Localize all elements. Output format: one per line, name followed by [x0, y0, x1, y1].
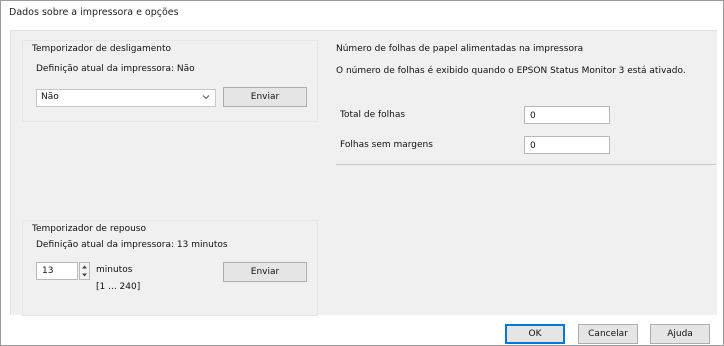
shutdown-timer-dropdown[interactable]: Não — [36, 89, 216, 107]
shutdown-send-button[interactable]: Enviar — [223, 87, 307, 107]
triangle-up-icon[interactable] — [80, 263, 89, 271]
sheets-group-label: Número de folhas de papel alimentadas na… — [336, 44, 584, 54]
ok-button[interactable]: OK — [505, 324, 565, 344]
sleep-minutes-value: 13 — [42, 266, 54, 276]
sleep-minutes-stepper[interactable] — [79, 262, 90, 280]
borderless-sheets-label: Folhas sem margens — [340, 140, 433, 150]
triangle-down-icon[interactable] — [80, 271, 89, 279]
shutdown-current-setting: Definição atual da impressora: Não — [36, 64, 195, 74]
total-sheets-label: Total de folhas — [340, 110, 406, 120]
chevron-down-icon — [202, 95, 210, 100]
help-button[interactable]: Ajuda — [650, 324, 710, 344]
total-sheets-field: 0 — [524, 106, 610, 124]
window-title: Dados sobre a impressora e opções — [9, 7, 179, 18]
sleep-send-button[interactable]: Enviar — [223, 262, 307, 282]
sleep-minutes-input[interactable]: 13 — [36, 262, 78, 280]
dropdown-selected-value: Não — [41, 92, 59, 102]
sleep-timer-label: Temporizador de repouso — [32, 224, 146, 234]
divider — [336, 164, 716, 165]
title-bar: Dados sobre a impressora e opções — [1, 1, 723, 23]
sleep-current-setting: Definição atual da impressora: 13 minuto… — [36, 240, 228, 250]
cancel-button[interactable]: Cancelar — [578, 324, 638, 344]
shutdown-timer-label: Temporizador de desligamento — [32, 44, 172, 54]
borderless-sheets-field: 0 — [524, 136, 610, 154]
sheets-counter-group — [326, 40, 716, 200]
sleep-unit-label: minutos — [96, 265, 133, 275]
sheets-info-text: O número de folhas é exibido quando o EP… — [336, 66, 686, 76]
sleep-range-label: [1 ... 240] — [96, 282, 141, 292]
